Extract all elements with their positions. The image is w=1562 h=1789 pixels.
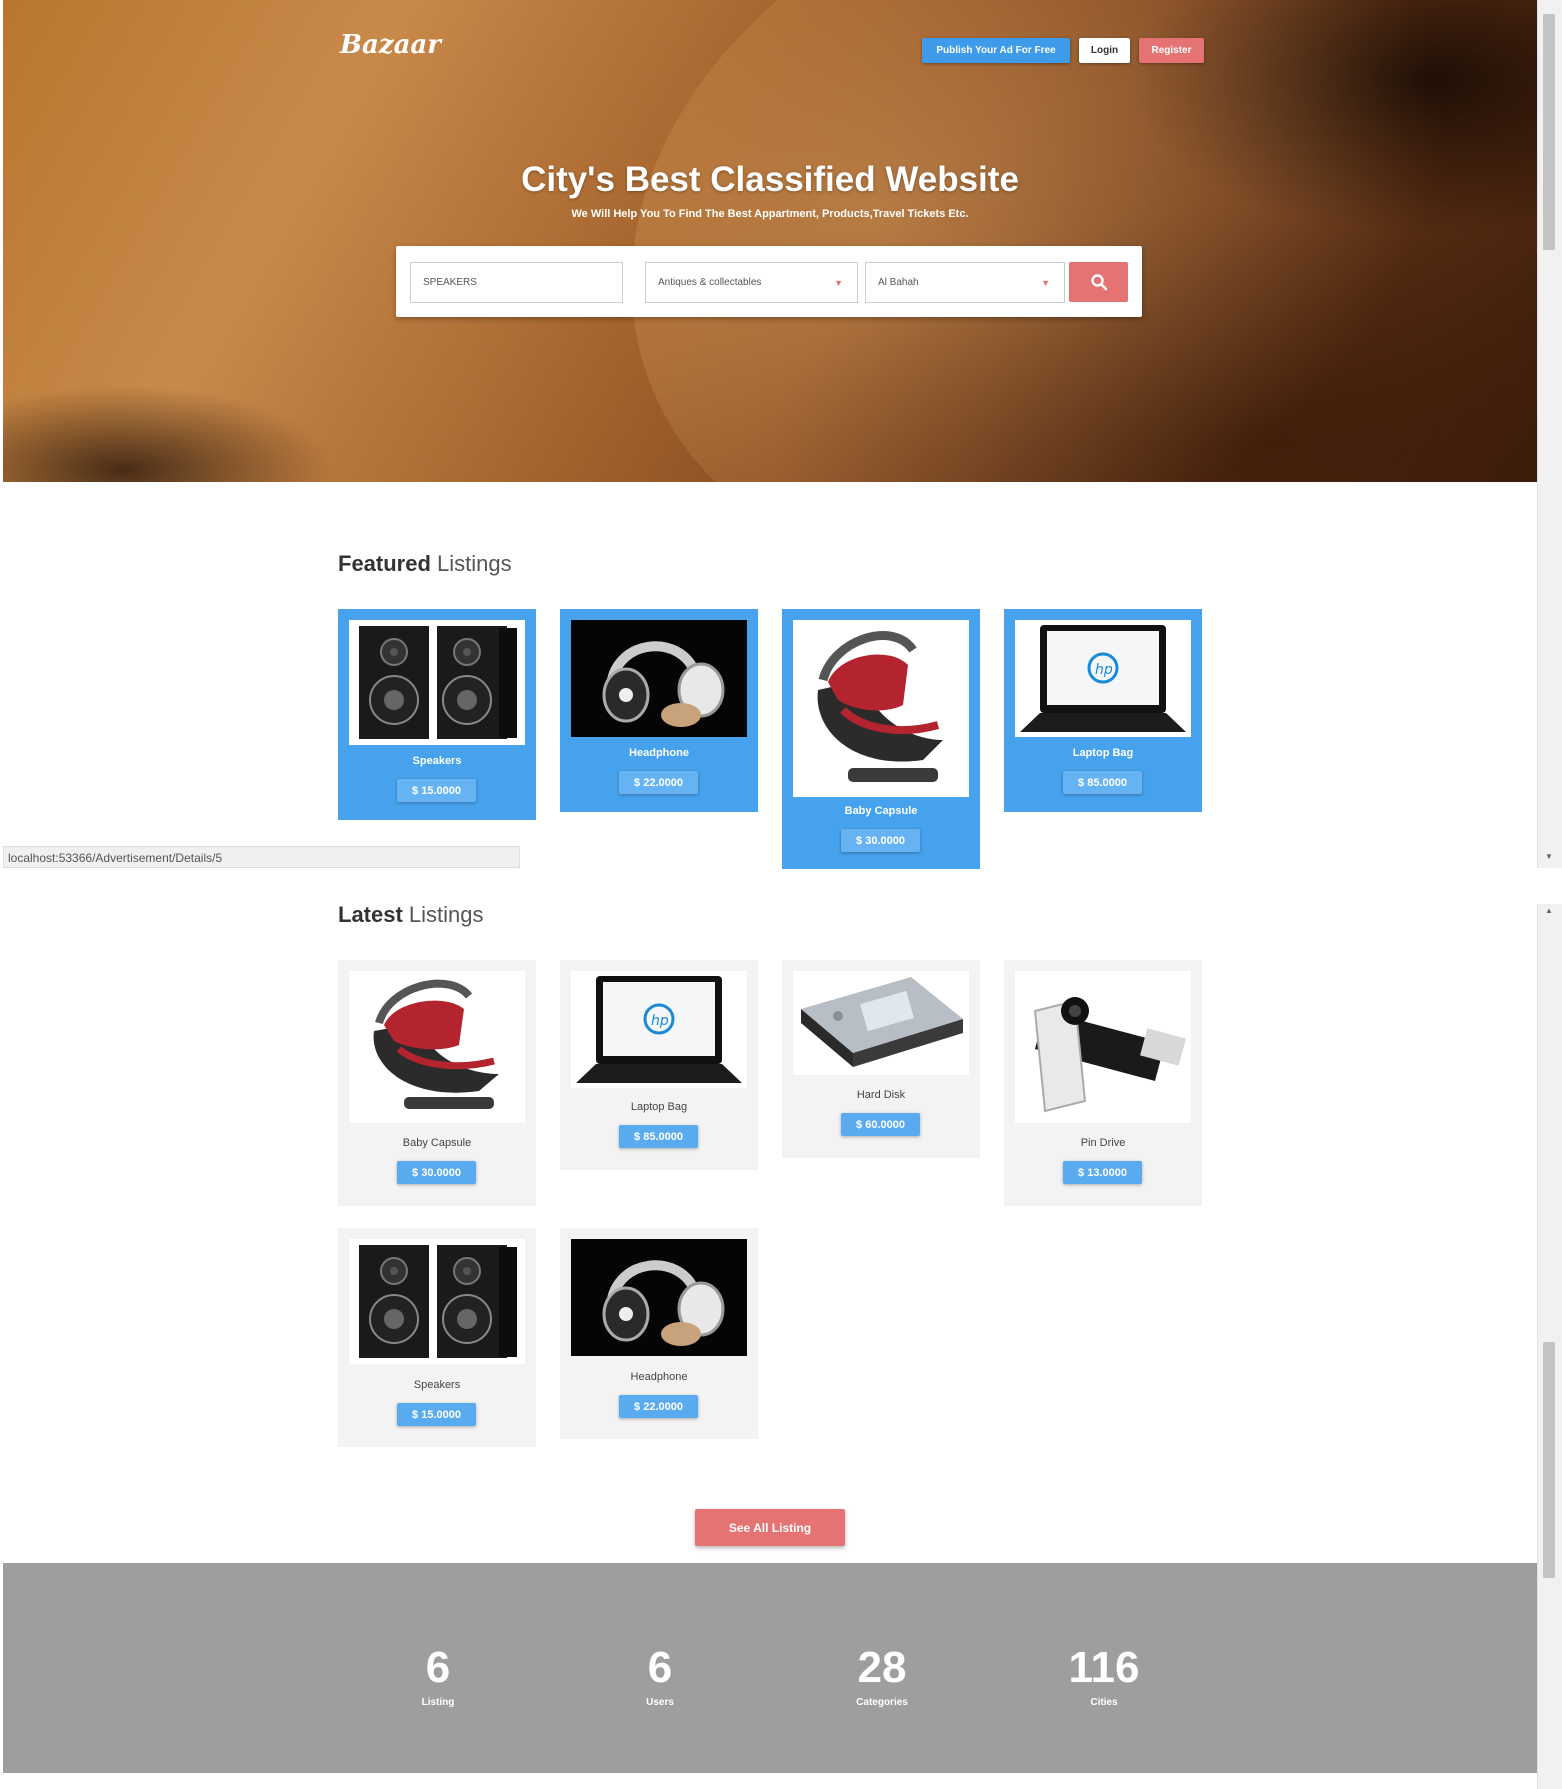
svg-text:hp: hp (651, 1013, 669, 1029)
featured-card-speakers[interactable]: Speakers $ 15.0000 (338, 609, 536, 820)
latest-item-name[interactable]: Speakers (338, 1379, 536, 1391)
latest-item-name[interactable]: Pin Drive (1004, 1137, 1202, 1149)
baby-capsule-image (793, 620, 969, 797)
hard-disk-image (793, 971, 969, 1075)
publish-ad-button[interactable]: Publish Your Ad For Free (922, 38, 1070, 63)
site-logo[interactable]: Bazaar (340, 30, 441, 60)
browser-status-url: localhost:53366/Advertisement/Details/5 (3, 846, 520, 868)
latest-item-price[interactable]: $ 13.0000 (1063, 1161, 1142, 1184)
latest-item-name[interactable]: Headphone (560, 1371, 758, 1383)
featured-item-name[interactable]: Baby Capsule (782, 805, 980, 817)
hero-subtitle: We Will Help You To Find The Best Appart… (571, 208, 969, 220)
latest-item-price[interactable]: $ 22.0000 (619, 1395, 698, 1418)
svg-text:hp: hp (1095, 662, 1113, 678)
stat-value: 28 (857, 1643, 907, 1692)
stat-value: 116 (1068, 1643, 1140, 1692)
latest-item-price[interactable]: $ 30.0000 (397, 1161, 476, 1184)
chevron-down-icon: ▼ (834, 277, 843, 288)
featured-card-headphone[interactable]: Headphone $ 22.0000 (560, 609, 758, 812)
desert-dune-background (536, 0, 1537, 482)
featured-card-laptop[interactable]: hp Laptop Bag $ 85.0000 (1004, 609, 1202, 812)
latest-card-pin-drive[interactable]: Pin Drive $ 13.0000 (1004, 960, 1202, 1206)
stat-label: Users (646, 1697, 674, 1708)
featured-item-name[interactable]: Speakers (338, 755, 536, 767)
stat-value: 6 (647, 1643, 673, 1692)
featured-item-price[interactable]: $ 22.0000 (619, 771, 698, 794)
latest-card-headphone[interactable]: Headphone $ 22.0000 (560, 1228, 758, 1439)
latest-heading-rest: Listings (402, 902, 484, 927)
featured-heading-rest: Listings (430, 551, 512, 576)
latest-item-name[interactable]: Hard Disk (782, 1089, 980, 1101)
featured-listings-heading: Featured Listings (338, 551, 512, 577)
stat-label: Categories (856, 1697, 908, 1708)
featured-item-price[interactable]: $ 30.0000 (841, 829, 920, 852)
scrollbar-thumb-upper[interactable] (1543, 14, 1555, 250)
latest-card-baby-capsule[interactable]: Baby Capsule $ 30.0000 (338, 960, 536, 1206)
latest-item-name[interactable]: Laptop Bag (560, 1101, 758, 1113)
screenshot-seam (1537, 868, 1562, 904)
scroll-up-arrow-icon[interactable]: ▲ (1542, 906, 1556, 915)
baby-capsule-image (349, 971, 525, 1123)
headphone-image (571, 1239, 747, 1356)
latest-item-price[interactable]: $ 60.0000 (841, 1113, 920, 1136)
speakers-image (349, 620, 525, 745)
latest-card-hard-disk[interactable]: Hard Disk $ 60.0000 (782, 960, 980, 1158)
see-all-listing-button[interactable]: See All Listing (695, 1509, 845, 1546)
latest-item-price[interactable]: $ 85.0000 (619, 1125, 698, 1148)
headphone-image (571, 620, 747, 737)
featured-card-baby-capsule[interactable]: Baby Capsule $ 30.0000 (782, 609, 980, 869)
latest-listings-heading: Latest Listings (338, 902, 484, 928)
latest-card-laptop[interactable]: hp Laptop Bag $ 85.0000 (560, 960, 758, 1170)
featured-item-name[interactable]: Headphone (560, 747, 758, 759)
hero-banner: Bazaar Publish Your Ad For Free Login Re… (3, 0, 1537, 482)
site-stats-band: 6 Listing 6 Users 28 Categories 116 Citi… (3, 1563, 1537, 1773)
stat-value: 6 (425, 1643, 451, 1692)
featured-item-price[interactable]: $ 85.0000 (1063, 771, 1142, 794)
category-select-value: Antiques & collectables (658, 277, 762, 288)
scroll-down-arrow-icon[interactable]: ▼ (1542, 852, 1556, 861)
hero-title: City's Best Classified Website (521, 160, 1019, 199)
stat-label: Listing (421, 1697, 455, 1708)
featured-heading-bold: Featured (338, 551, 431, 576)
register-button[interactable]: Register (1139, 38, 1204, 63)
chevron-down-icon: ▼ (1041, 277, 1050, 288)
speakers-image (349, 1239, 525, 1364)
latest-item-price[interactable]: $ 15.0000 (397, 1403, 476, 1426)
city-select[interactable]: Al Bahah ▼ (865, 262, 1065, 303)
pin-drive-image (1015, 971, 1191, 1123)
stat-categories: 28 Categories (802, 1643, 962, 1708)
latest-card-speakers[interactable]: Speakers $ 15.0000 (338, 1228, 536, 1447)
stat-users: 6 Users (580, 1643, 740, 1708)
scrollbar-thumb-lower[interactable] (1543, 1342, 1555, 1578)
laptop-image: hp (571, 971, 747, 1088)
latest-item-name[interactable]: Baby Capsule (338, 1137, 536, 1149)
search-button[interactable] (1069, 262, 1128, 302)
featured-item-price[interactable]: $ 15.0000 (397, 779, 476, 802)
stat-label: Cities (1090, 1697, 1118, 1708)
latest-heading-bold: Latest (338, 902, 403, 927)
stat-cities: 116 Cities (1024, 1643, 1184, 1708)
city-select-value: Al Bahah (878, 277, 919, 288)
search-icon (1090, 274, 1107, 291)
category-select[interactable]: Antiques & collectables ▼ (645, 262, 858, 303)
search-keyword-input[interactable] (410, 262, 623, 303)
login-button[interactable]: Login (1079, 38, 1130, 63)
stat-listing: 6 Listing (358, 1643, 518, 1708)
laptop-image: hp (1015, 620, 1191, 737)
search-panel: Antiques & collectables ▼ Al Bahah ▼ (396, 246, 1142, 317)
featured-item-name[interactable]: Laptop Bag (1004, 747, 1202, 759)
header-actions: Publish Your Ad For Free Login Register (922, 38, 1204, 63)
